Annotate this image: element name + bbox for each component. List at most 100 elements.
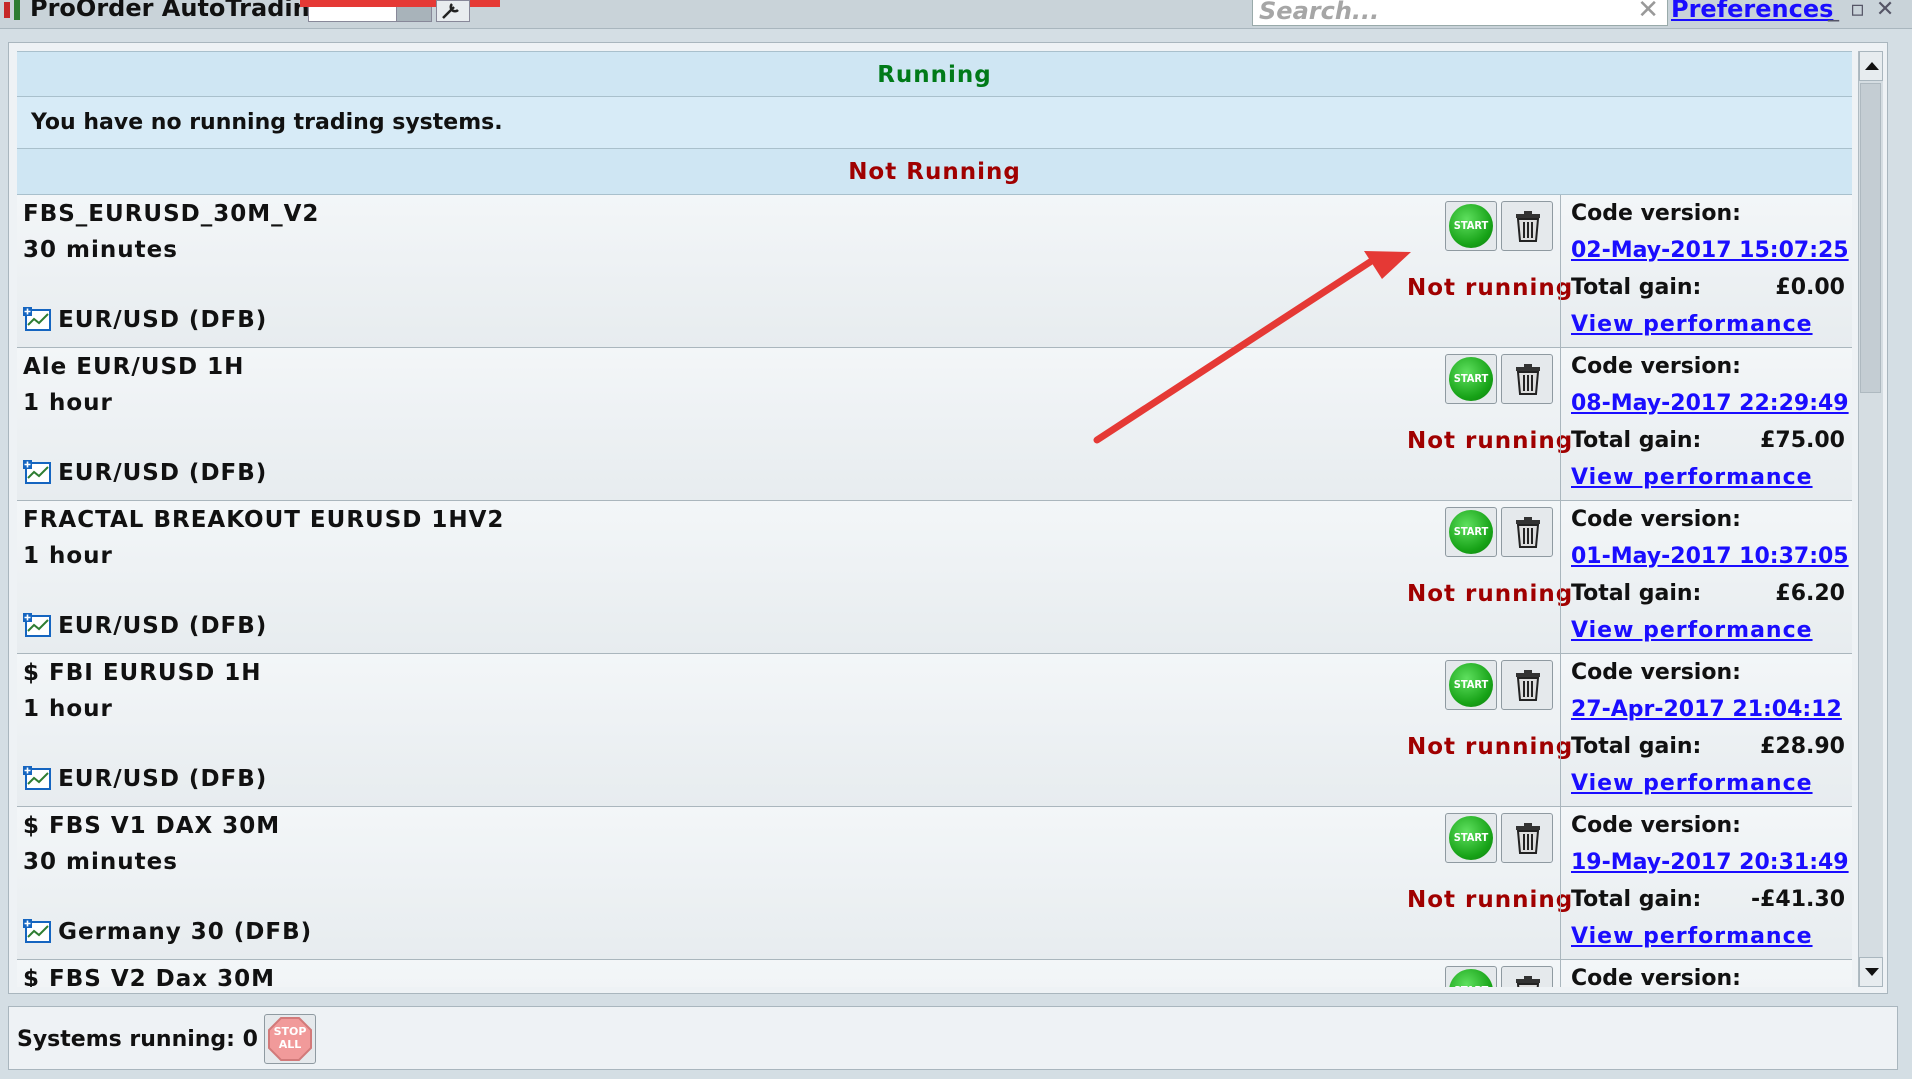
view-performance-link[interactable]: View performance [1571, 465, 1813, 490]
system-instrument[interactable]: EUR/USD (DFB) [23, 766, 267, 796]
start-button[interactable]: START [1445, 354, 1497, 404]
system-name: FBS_EURUSD_30M_V2 [23, 201, 320, 227]
code-version-link[interactable]: 27-Apr-2017 21:04:12 [1571, 697, 1842, 722]
system-period: 1 hour [23, 543, 113, 569]
total-gain-label: Total gain: [1571, 275, 1702, 300]
start-icon[interactable]: START [1449, 510, 1493, 554]
trash-icon[interactable] [1514, 976, 1542, 987]
start-icon[interactable]: START [1449, 663, 1493, 707]
system-info: Code version: [1560, 960, 1852, 987]
status-bar: Systems running: 0 STOP ALL [8, 1006, 1898, 1070]
instrument-label: EUR/USD (DFB) [58, 460, 268, 486]
code-version-label: Code version: [1571, 660, 1741, 685]
code-version-label: Code version: [1571, 813, 1741, 838]
code-version-link[interactable]: 02-May-2017 15:07:25 [1571, 238, 1849, 263]
start-button[interactable]: START [1445, 966, 1497, 987]
trash-icon[interactable] [1514, 211, 1542, 243]
trash-icon[interactable] [1514, 364, 1542, 396]
app-title: ProOrder AutoTrading [30, 0, 327, 22]
system-period: 30 minutes [23, 237, 178, 263]
system-row: $ FBS V2 Dax 30M START Code version: [17, 960, 1852, 987]
start-icon[interactable]: START [1449, 816, 1493, 860]
preferences-link[interactable]: Preferences [1671, 0, 1833, 23]
code-version-link[interactable]: 08-May-2017 22:29:49 [1571, 391, 1849, 416]
delete-button[interactable] [1501, 660, 1553, 710]
delete-button[interactable] [1501, 813, 1553, 863]
total-gain-value: £28.90 [1760, 734, 1845, 759]
system-name: Ale EUR/USD 1H [23, 354, 245, 380]
code-version-label: Code version: [1571, 966, 1741, 987]
trash-icon[interactable] [1514, 517, 1542, 549]
chart-icon[interactable] [23, 307, 53, 333]
start-button[interactable]: START [1445, 813, 1497, 863]
system-name: $ FBS V1 DAX 30M [23, 813, 281, 839]
system-row: $ FBI EURUSD 1H 1 hour EUR/USD (DFB) STA… [17, 654, 1852, 807]
search-box[interactable]: ✕ [1252, 0, 1668, 26]
total-gain-value: £0.00 [1775, 275, 1845, 300]
close-icon[interactable]: ✕ [1637, 0, 1659, 25]
delete-button[interactable] [1501, 966, 1553, 987]
system-instrument[interactable]: Germany 30 (DFB) [23, 919, 312, 949]
chart-icon[interactable] [23, 613, 53, 639]
systems-running-count: Systems running: 0 [17, 1027, 258, 1052]
delete-button[interactable] [1501, 201, 1553, 251]
view-performance-link[interactable]: View performance [1571, 771, 1813, 796]
candlestick-icon [4, 0, 20, 20]
total-gain-value: £75.00 [1760, 428, 1845, 453]
system-instrument[interactable]: EUR/USD (DFB) [23, 613, 267, 643]
chart-icon[interactable] [23, 766, 53, 792]
system-info: Code version: 01-May-2017 10:37:05 Total… [1560, 501, 1852, 653]
system-instrument[interactable]: EUR/USD (DFB) [23, 307, 267, 337]
systems-panel: Running You have no running trading syst… [8, 42, 1888, 994]
redaction-mark [300, 0, 500, 7]
systems-list: Running You have no running trading syst… [17, 51, 1852, 987]
code-version-link[interactable]: 01-May-2017 10:37:05 [1571, 544, 1849, 569]
system-row: FBS_EURUSD_30M_V2 30 minutes EUR/USD (DF… [17, 195, 1852, 348]
wrench-icon [442, 3, 459, 19]
view-performance-link[interactable]: View performance [1571, 924, 1813, 949]
start-icon[interactable]: START [1449, 969, 1493, 987]
chart-icon[interactable] [23, 919, 53, 945]
status-text: Not running [1407, 581, 1574, 607]
running-header: Running [17, 51, 1852, 97]
total-gain-label: Total gain: [1571, 734, 1702, 759]
system-name: FRACTAL BREAKOUT EURUSD 1HV2 [23, 507, 505, 533]
instrument-label: EUR/USD (DFB) [58, 613, 268, 639]
start-icon[interactable]: START [1449, 204, 1493, 248]
system-instrument[interactable]: EUR/USD (DFB) [23, 460, 267, 490]
system-row: Ale EUR/USD 1H 1 hour EUR/USD (DFB) STAR… [17, 348, 1852, 501]
window-controls[interactable]: _ ▫ ✕ [1828, 0, 1896, 22]
view-performance-link[interactable]: View performance [1571, 312, 1813, 337]
scroll-thumb[interactable] [1860, 83, 1881, 393]
tool-button[interactable] [436, 0, 470, 22]
delete-button[interactable] [1501, 354, 1553, 404]
start-button[interactable]: START [1445, 201, 1497, 251]
total-gain-label: Total gain: [1571, 887, 1702, 912]
code-version-link[interactable]: 19-May-2017 20:31:49 [1571, 850, 1849, 875]
scroll-up-button[interactable] [1859, 51, 1883, 81]
instrument-label: EUR/USD (DFB) [58, 307, 268, 333]
start-button[interactable]: START [1445, 507, 1497, 557]
system-info: Code version: 08-May-2017 22:29:49 Total… [1560, 348, 1852, 500]
no-running-message: You have no running trading systems. [17, 97, 1852, 149]
system-period: 1 hour [23, 696, 113, 722]
vertical-scrollbar[interactable] [1858, 51, 1883, 987]
system-period: 1 hour [23, 390, 113, 416]
start-button[interactable]: START [1445, 660, 1497, 710]
status-text: Not running [1407, 887, 1574, 913]
view-performance-link[interactable]: View performance [1571, 618, 1813, 643]
system-name: $ FBI EURUSD 1H [23, 660, 262, 686]
system-info: Code version: 02-May-2017 15:07:25 Total… [1560, 195, 1852, 347]
search-input[interactable] [1259, 0, 1619, 25]
start-icon[interactable]: START [1449, 357, 1493, 401]
trash-icon[interactable] [1514, 670, 1542, 702]
status-text: Not running [1407, 428, 1574, 454]
delete-button[interactable] [1501, 507, 1553, 557]
system-period: 30 minutes [23, 849, 178, 875]
title-bar: ProOrder AutoTrading ✕ Preferences _ ▫ ✕ [0, 0, 1912, 29]
chart-icon[interactable] [23, 460, 53, 486]
stop-all-button[interactable]: STOP ALL [264, 1014, 316, 1064]
trash-icon[interactable] [1514, 823, 1542, 855]
system-row: $ FBS V1 DAX 30M 30 minutes Germany 30 (… [17, 807, 1852, 960]
scroll-down-button[interactable] [1859, 957, 1883, 987]
